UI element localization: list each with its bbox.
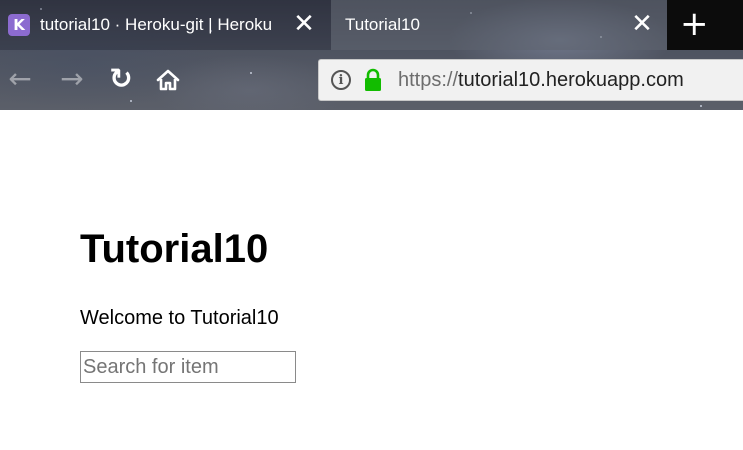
close-tab-icon[interactable]: ✕ [630, 11, 654, 37]
tab-title: tutorial10 · Heroku-git | Heroku [40, 15, 273, 34]
tab-tutorial10[interactable]: Tutorial10 ✕ [331, 0, 667, 50]
tab-heroku-dashboard[interactable]: K tutorial10 · Heroku-git | Heroku ✕ [0, 0, 331, 50]
new-tab-button[interactable]: + [667, 0, 743, 50]
reload-button[interactable]: ↻ [105, 64, 137, 96]
welcome-text: Welcome to Tutorial10 [80, 307, 279, 329]
address-bar[interactable]: i https://tutorial10.herokuapp.com [318, 59, 743, 101]
home-icon [156, 69, 180, 91]
lock-icon[interactable] [363, 68, 383, 92]
arrow-right-icon: → [60, 62, 84, 95]
back-button[interactable]: ← [4, 64, 36, 96]
forward-button[interactable]: → [56, 64, 88, 96]
tab-title: Tutorial10 [345, 15, 420, 34]
plus-icon: + [680, 4, 709, 44]
info-icon[interactable]: i [331, 70, 351, 90]
arrow-left-icon: ← [8, 62, 32, 95]
url-host: tutorial10.herokuapp.com [458, 69, 684, 91]
url-scheme: https:// [398, 69, 459, 91]
tab-strip: K tutorial10 · Heroku-git | Heroku ✕ Tut… [0, 0, 743, 50]
heroku-icon: K [8, 14, 30, 36]
home-button[interactable] [152, 64, 184, 96]
browser-chrome: K tutorial10 · Heroku-git | Heroku ✕ Tut… [0, 0, 743, 110]
navigation-toolbar: ← → ↻ i https://tutorial10.herokuapp.com [0, 50, 743, 110]
page-content: Tutorial10 Welcome to Tutorial10 [0, 110, 743, 450]
reload-icon: ↻ [109, 62, 133, 95]
search-input[interactable] [80, 351, 296, 383]
page-title: Tutorial10 [80, 227, 269, 271]
close-tab-icon[interactable]: ✕ [292, 11, 316, 37]
url-text[interactable]: https://tutorial10.herokuapp.com [398, 69, 684, 92]
